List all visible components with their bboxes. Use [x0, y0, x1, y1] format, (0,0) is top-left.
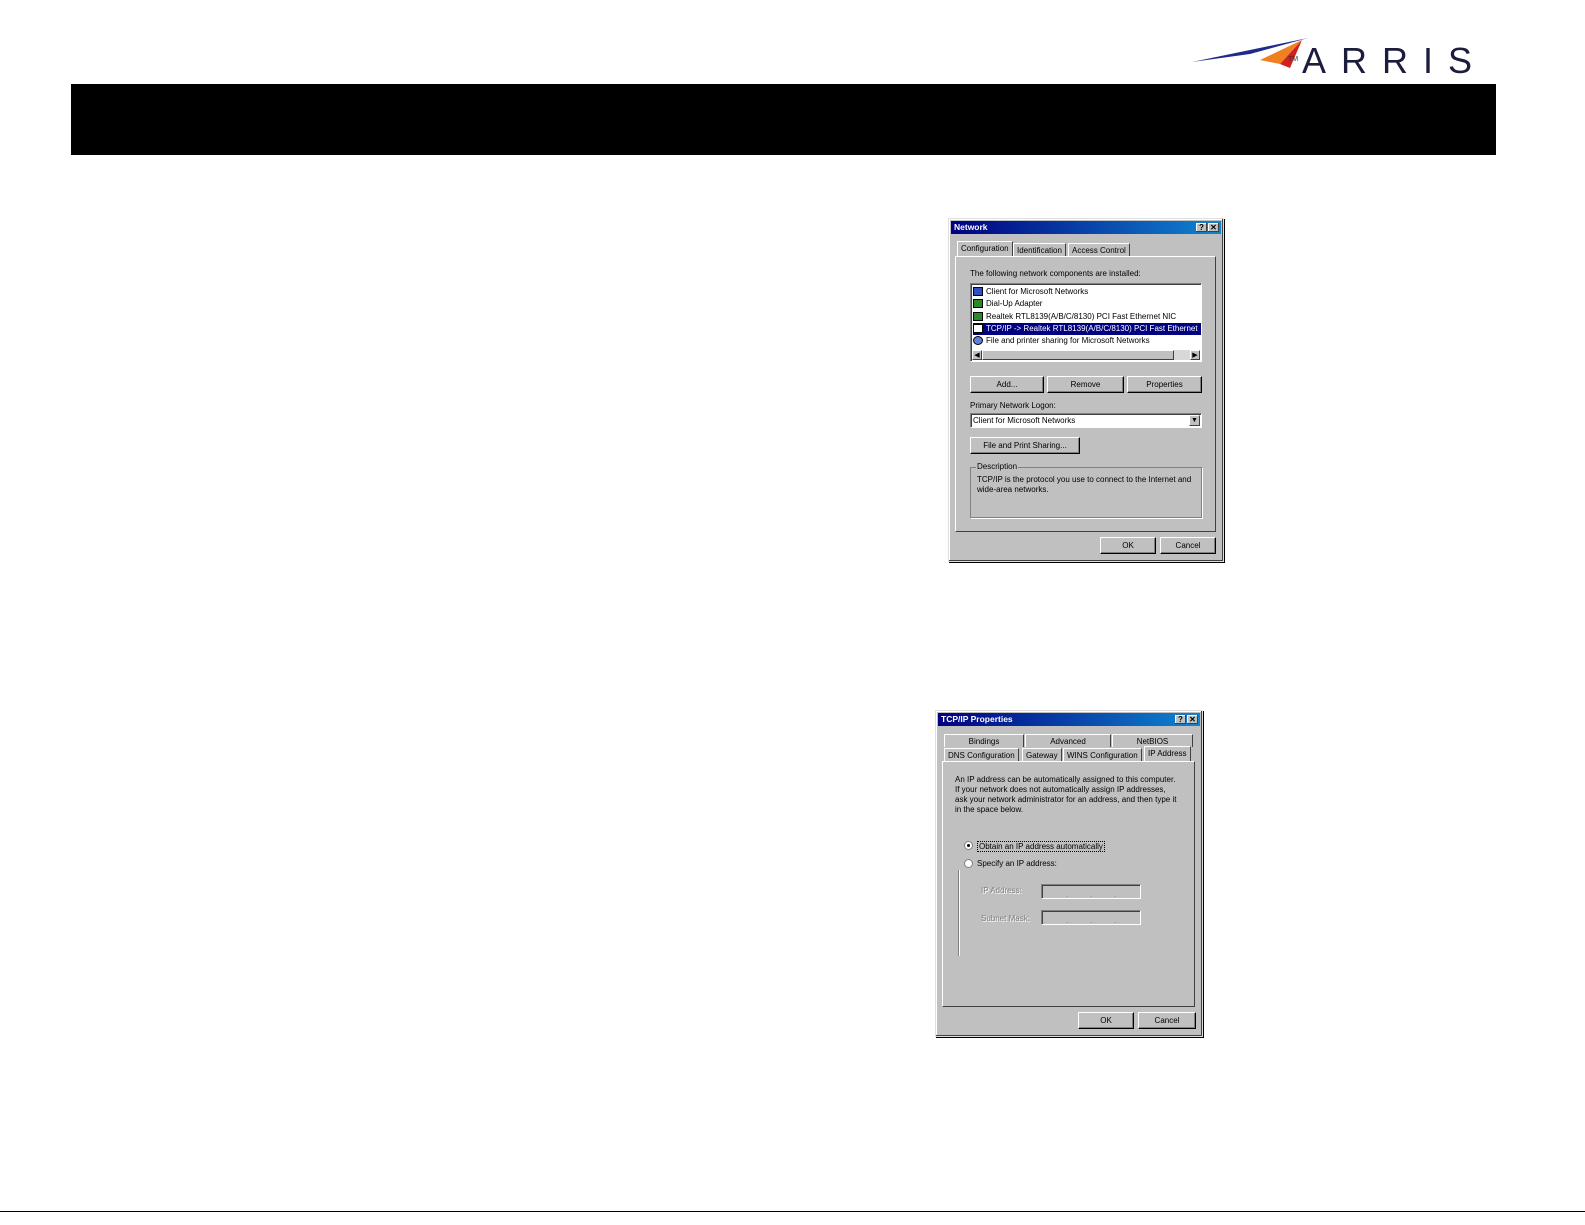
- radio-obtain-auto[interactable]: [964, 841, 973, 850]
- ip-address-panel: An IP address can be automatically assig…: [942, 761, 1195, 1007]
- description-legend: Description: [976, 462, 1019, 471]
- tcpip-dialog: TCP/IP Properties ? ✕ Bindings Advanced …: [935, 710, 1203, 1037]
- logon-select[interactable]: Client for Microsoft Networks ▼: [970, 413, 1202, 428]
- list-item[interactable]: Realtek RTL8139(A/B/C/8130) PCI Fast Eth…: [973, 311, 1176, 323]
- tab-access-control[interactable]: Access Control: [1068, 243, 1130, 256]
- cancel-button[interactable]: Cancel: [1138, 1012, 1196, 1029]
- logon-value: Client for Microsoft Networks: [973, 416, 1076, 425]
- list-item[interactable]: Dial-Up Adapter: [973, 298, 1042, 310]
- horizontal-scrollbar[interactable]: ◀ ▶: [972, 350, 1200, 360]
- arris-logo: TM ARRIS: [1190, 34, 1500, 81]
- components-label: The following network components are ins…: [970, 269, 1141, 278]
- adapter-icon: [973, 299, 983, 309]
- description-text: TCP/IP is the protocol you use to connec…: [977, 475, 1192, 494]
- network-title: Network: [954, 222, 988, 232]
- tcpip-title: TCP/IP Properties: [941, 714, 1013, 724]
- tab-bindings[interactable]: Bindings: [944, 734, 1024, 747]
- ip-address-field[interactable]: ...: [1041, 884, 1141, 899]
- components-list[interactable]: Client for Microsoft Networks Dial-Up Ad…: [970, 283, 1202, 362]
- chevron-down-icon[interactable]: ▼: [1189, 415, 1200, 426]
- file-print-sharing-button[interactable]: File and Print Sharing...: [970, 437, 1080, 454]
- tab-ip-address[interactable]: IP Address: [1144, 746, 1191, 761]
- list-item[interactable]: File and printer sharing for Microsoft N…: [973, 335, 1150, 347]
- network-titlebar: Network ? ✕: [951, 221, 1221, 234]
- footer-line: [0, 1211, 1585, 1212]
- ok-button[interactable]: OK: [1078, 1012, 1134, 1029]
- header-bar: [71, 84, 1496, 155]
- help-button[interactable]: ?: [1175, 715, 1186, 724]
- list-item[interactable]: Client for Microsoft Networks: [973, 286, 1088, 298]
- tab-advanced[interactable]: Advanced: [1025, 734, 1111, 747]
- description-group: Description TCP/IP is the protocol you u…: [970, 462, 1202, 518]
- radio-selected-dot: [967, 844, 970, 847]
- tab-identification[interactable]: Identification: [1013, 243, 1066, 256]
- subnet-mask-field[interactable]: ...: [1041, 910, 1141, 925]
- list-item-selected[interactable]: TCP/IP -> Realtek RTL8139(A/B/C/8130) PC…: [973, 323, 1201, 335]
- close-button[interactable]: ✕: [1208, 223, 1219, 232]
- ok-button[interactable]: OK: [1100, 537, 1156, 554]
- specify-group-line: [958, 870, 959, 956]
- subnet-mask-label: Subnet Mask:: [981, 914, 1030, 923]
- tab-wins-configuration[interactable]: WINS Configuration: [1063, 748, 1142, 761]
- add-button[interactable]: Add...: [970, 376, 1044, 393]
- ip-address-label: IP Address:: [981, 886, 1022, 895]
- logon-label: Primary Network Logon:: [970, 401, 1056, 410]
- arris-swoosh-icon: [1192, 38, 1308, 68]
- scroll-left-icon[interactable]: ◀: [972, 350, 982, 360]
- scroll-right-icon[interactable]: ▶: [1190, 350, 1200, 360]
- trademark-mark: TM: [1288, 56, 1299, 63]
- ip-intro-text: An IP address can be automatically assig…: [955, 775, 1177, 814]
- properties-button[interactable]: Properties: [1127, 376, 1202, 393]
- tcpip-titlebar: TCP/IP Properties ? ✕: [938, 713, 1200, 726]
- tab-gateway[interactable]: Gateway: [1022, 748, 1062, 761]
- share-icon: [973, 336, 983, 346]
- arris-wordmark: ARRIS: [1302, 40, 1488, 81]
- protocol-icon: [973, 324, 983, 334]
- adapter-icon: [973, 312, 983, 322]
- tab-configuration[interactable]: Configuration: [957, 241, 1013, 256]
- scroll-thumb[interactable]: [982, 350, 1174, 360]
- radio-obtain-auto-label[interactable]: Obtain an IP address automatically: [977, 841, 1105, 852]
- tab-dns-configuration[interactable]: DNS Configuration: [944, 748, 1019, 761]
- radio-specify-ip[interactable]: [964, 859, 973, 868]
- configuration-panel: The following network components are ins…: [955, 256, 1216, 532]
- cancel-button[interactable]: Cancel: [1160, 537, 1216, 554]
- close-button[interactable]: ✕: [1187, 715, 1198, 724]
- client-icon: [973, 287, 983, 297]
- network-dialog: Network ? ✕ Configuration Identification…: [948, 218, 1224, 562]
- help-button[interactable]: ?: [1196, 223, 1207, 232]
- radio-specify-ip-label[interactable]: Specify an IP address:: [977, 859, 1057, 868]
- remove-button[interactable]: Remove: [1047, 376, 1124, 393]
